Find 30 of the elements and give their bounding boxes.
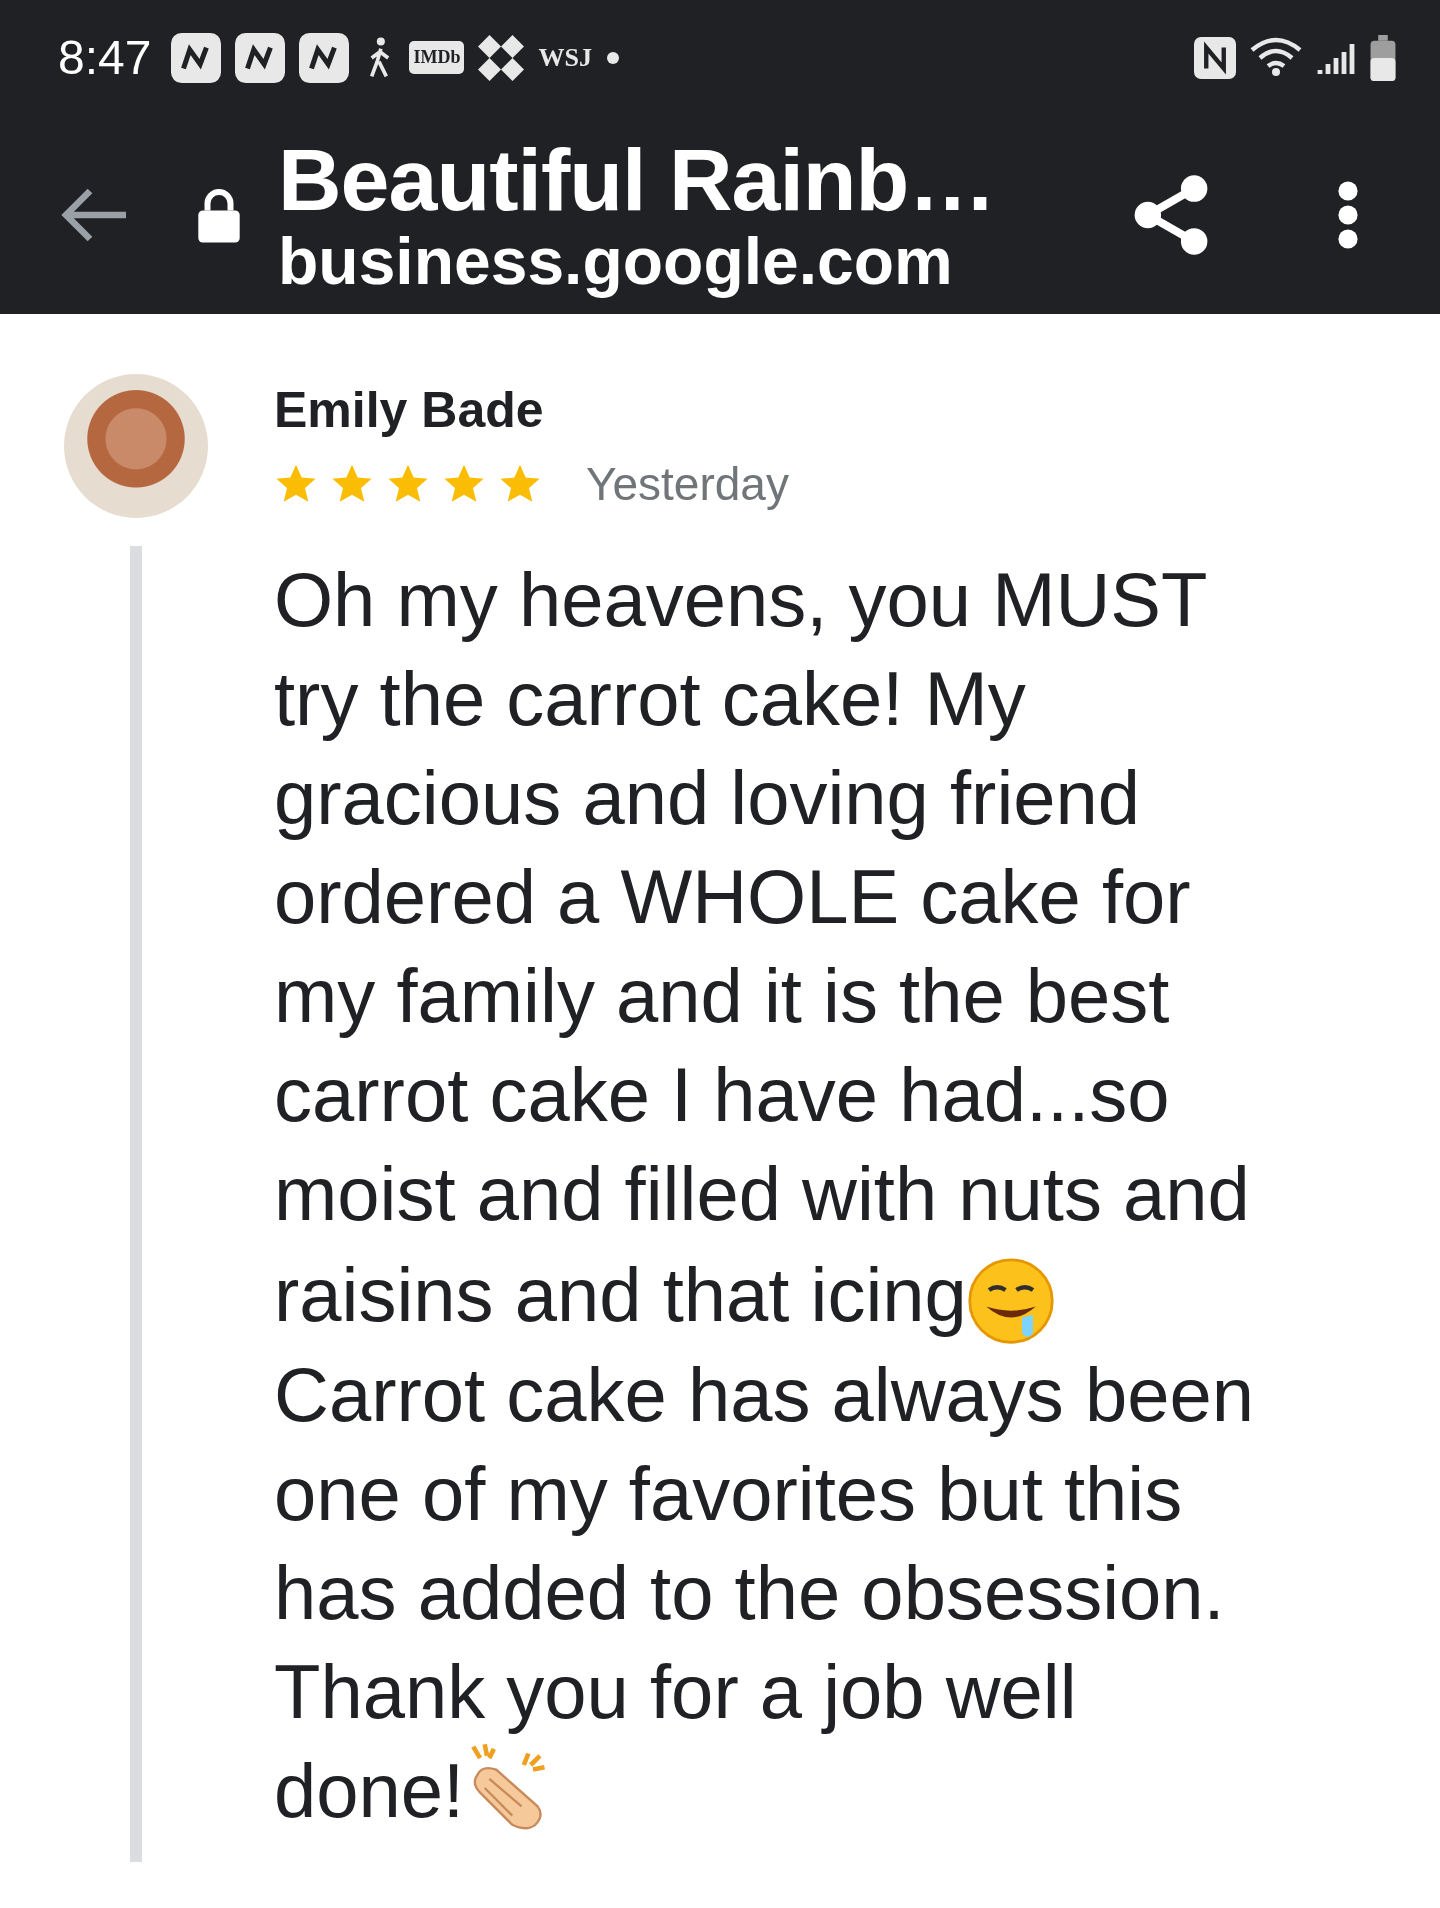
notification-app-icon — [235, 32, 286, 83]
reviewer-name: Emily Bade — [274, 381, 545, 439]
review-text-line: my family and it is the best — [274, 952, 1170, 1040]
battery-icon — [1370, 34, 1396, 81]
review-text-line: moist and filled with nuts and — [274, 1150, 1250, 1238]
notification-app-icon — [299, 32, 350, 83]
lock-icon — [196, 186, 242, 243]
review-text-line: gracious and loving friend — [274, 754, 1141, 842]
wsj-label: WSJ — [538, 42, 592, 73]
dot-icon — [605, 50, 620, 65]
nfc-icon — [1194, 36, 1236, 79]
review-text-line: done! — [274, 1747, 465, 1835]
review-text-line: Thank you for a job well — [274, 1648, 1077, 1736]
review-date: Yesterday — [586, 457, 789, 511]
imdb-badge: IMDb — [409, 41, 465, 74]
notification-app-icon — [171, 32, 222, 83]
drooling-face-emoji-icon — [966, 1257, 1055, 1345]
review-text-line: one of my favorites but this — [274, 1450, 1183, 1538]
status-time: 8:47 — [58, 30, 152, 85]
review-text-line: raisins and that icing — [274, 1250, 967, 1339]
wifi-icon — [1250, 36, 1302, 79]
review-text-line: carrot cake I have had...so — [274, 1051, 1170, 1139]
more-menu-icon[interactable] — [1336, 178, 1360, 251]
review-text-line: has added to the obsession. — [274, 1549, 1225, 1637]
review-text-line: Oh my heavens, you MUST — [274, 556, 1208, 644]
review-text-line: try the carrot cake! My — [274, 655, 1026, 743]
page-title: Beautiful Rainb… — [278, 135, 996, 224]
review-text-line: ordered a WHOLE cake for — [274, 853, 1191, 941]
diamond-pattern-icon — [478, 34, 525, 81]
review-text-line: Carrot cake has always been — [274, 1351, 1255, 1439]
